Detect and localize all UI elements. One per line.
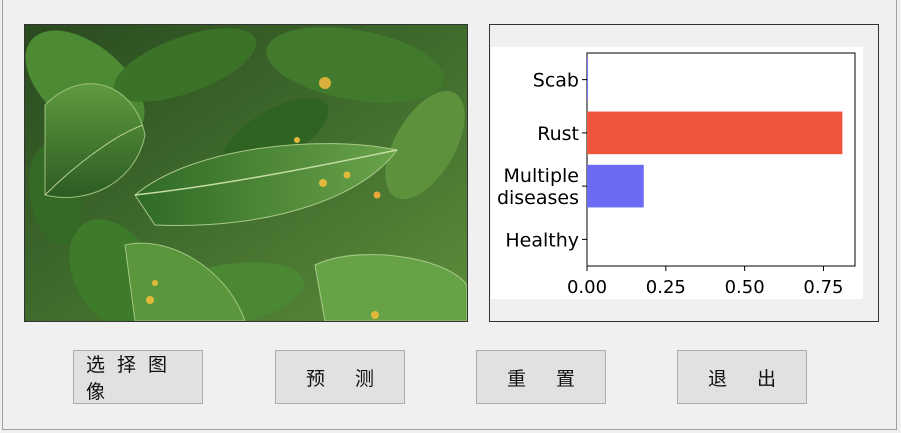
x-tick-label: 0.50	[725, 277, 765, 298]
x-tick-label: 0.00	[567, 277, 607, 298]
chart-plot-area	[586, 52, 856, 267]
chart-bar	[587, 111, 843, 155]
reset-button[interactable]: 重 置	[476, 350, 606, 404]
x-tick-label: 0.75	[803, 277, 843, 298]
y-tick-label: Multiple	[504, 165, 579, 187]
y-tick-label: Healthy	[505, 229, 579, 251]
leaf-image	[24, 24, 468, 322]
x-tick-label: 0.25	[646, 277, 686, 298]
select-image-button[interactable]: 选择图像	[73, 350, 203, 404]
y-tick-label: diseases	[497, 187, 579, 209]
prediction-bar-chart: Scab Rust Multiplediseases Healthy 0.00 0.25 0…	[491, 47, 863, 299]
leaf-photo	[25, 25, 467, 321]
exit-button[interactable]: 退 出	[677, 350, 807, 404]
chart-bar	[587, 164, 644, 208]
prediction-chart-panel: Scab Rust Multiple diseases Healthy 0.00 0.25 0…	[489, 24, 879, 322]
predict-button[interactable]: 预 测	[275, 350, 405, 404]
chart-bar	[587, 58, 588, 101]
y-tick-label: Rust	[537, 123, 579, 145]
y-tick-label: Scab	[533, 70, 579, 92]
